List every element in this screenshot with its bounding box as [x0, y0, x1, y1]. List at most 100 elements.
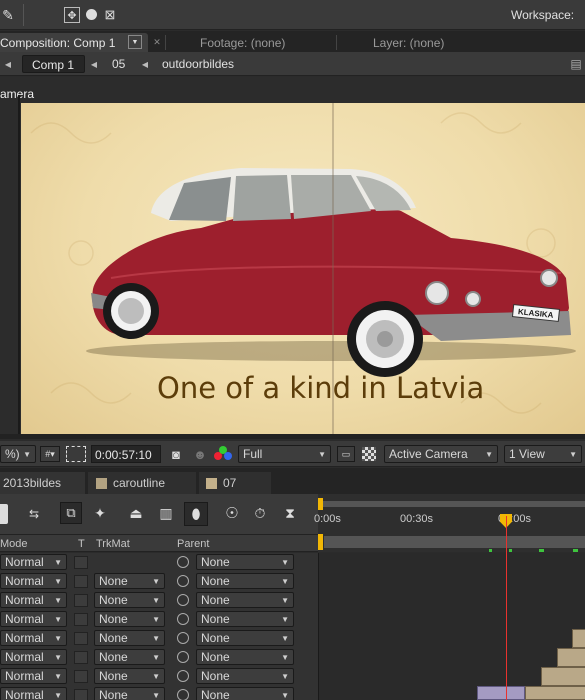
preserve-transparency-checkbox[interactable] — [74, 613, 88, 626]
tab-timeline-caroutline[interactable]: caroutline — [88, 472, 196, 494]
tab-timeline-2013bildes[interactable]: 2013bildes — [0, 472, 85, 494]
frame-blending-icon[interactable]: ⏏ — [125, 503, 147, 523]
pick-whip-icon[interactable] — [177, 594, 189, 606]
column-t[interactable]: T — [78, 538, 85, 550]
tab-composition[interactable]: Composition: Comp 1 ▼ — [0, 33, 148, 52]
column-parent[interactable]: Parent — [177, 538, 209, 550]
layer-duration-bar[interactable] — [557, 648, 585, 667]
keyframe-marker[interactable] — [509, 549, 512, 552]
preserve-transparency-checkbox[interactable] — [74, 651, 88, 664]
breadcrumb-item-05[interactable]: 05 — [112, 57, 125, 71]
auto-keyframe-icon[interactable]: ☉ — [221, 503, 243, 523]
mode-dropdown[interactable]: Normal ▼ — [0, 573, 67, 589]
pick-whip-icon[interactable] — [177, 556, 189, 568]
shape-tool-icon[interactable] — [86, 9, 97, 20]
hide-shy-layers-icon[interactable]: ✦ — [89, 503, 111, 523]
panel-menu-icon[interactable]: ▤ — [570, 56, 582, 72]
brainstorm-icon[interactable]: ⬮ — [184, 502, 208, 526]
preserve-transparency-checkbox[interactable] — [74, 689, 88, 700]
breadcrumb-item-comp[interactable]: Comp 1 — [22, 55, 85, 73]
mode-dropdown[interactable]: Normal ▼ — [0, 554, 67, 570]
trkmat-dropdown[interactable]: None ▼ — [94, 630, 165, 646]
stopwatch-icon[interactable]: ⏱ — [250, 503, 270, 523]
layer-row[interactable]: Normal ▼ None ▼ — [0, 553, 318, 572]
column-trkmat[interactable]: TrkMat — [96, 538, 130, 550]
pen-tool-icon[interactable]: ✎ — [0, 7, 16, 23]
close-icon[interactable]: ✕ — [151, 35, 163, 49]
layer-duration-bar[interactable] — [572, 629, 585, 648]
time-ruler[interactable]: 0:00s 00:30s 01:00s — [314, 494, 585, 534]
parent-dropdown[interactable]: None ▼ — [196, 573, 294, 589]
trkmat-dropdown[interactable]: None ▼ — [94, 668, 165, 684]
pick-whip-icon[interactable] — [177, 632, 189, 644]
layer-duration-bar[interactable] — [525, 686, 585, 700]
graph-editor-icon[interactable]: ⧗ — [278, 503, 302, 523]
trkmat-dropdown[interactable]: None ▼ — [94, 592, 165, 608]
layer-row[interactable]: Normal ▼ None ▼ None ▼ — [0, 686, 318, 700]
color-channels-icon[interactable] — [214, 446, 232, 462]
breadcrumb-item-outdoorbildes[interactable]: outdoorbildes — [162, 57, 234, 71]
search-field-edge[interactable] — [0, 504, 8, 524]
work-area-start-handle[interactable] — [318, 498, 323, 510]
parent-dropdown[interactable]: None ▼ — [196, 592, 294, 608]
fast-preview-icon[interactable]: ▭ — [337, 446, 355, 462]
person-icon[interactable]: ☻ — [193, 446, 207, 462]
layer-row[interactable]: Normal ▼ None ▼ None ▼ — [0, 629, 318, 648]
parent-dropdown[interactable]: None ▼ — [196, 668, 294, 684]
pin-tool-icon[interactable]: ⊠ — [102, 7, 118, 23]
keyframe-marker[interactable] — [539, 549, 544, 552]
preserve-transparency-checkbox[interactable] — [74, 556, 88, 569]
layer-row[interactable]: Normal ▼ None ▼ None ▼ — [0, 572, 318, 591]
anchor-tool-icon[interactable]: ✥ — [64, 7, 80, 23]
mode-dropdown[interactable]: Normal ▼ — [0, 630, 67, 646]
tab-menu-icon[interactable]: ▼ — [128, 35, 142, 49]
views-dropdown[interactable]: 1 View ▼ — [504, 445, 582, 463]
region-of-interest-icon[interactable] — [66, 446, 86, 462]
draft-3d-icon[interactable]: ⧉ — [60, 502, 82, 524]
preserve-transparency-checkbox[interactable] — [74, 632, 88, 645]
marker-handle[interactable] — [318, 534, 323, 550]
trkmat-dropdown[interactable]: None ▼ — [94, 687, 165, 700]
layer-row[interactable]: Normal ▼ None ▼ None ▼ — [0, 591, 318, 610]
keyframe-marker[interactable] — [573, 549, 578, 552]
parent-dropdown[interactable]: None ▼ — [196, 649, 294, 665]
preserve-transparency-checkbox[interactable] — [74, 575, 88, 588]
mode-dropdown[interactable]: Normal ▼ — [0, 687, 67, 700]
resolution-dropdown[interactable]: Full ▼ — [238, 445, 331, 463]
work-area-bar[interactable] — [322, 501, 585, 507]
grid-options-icon[interactable]: #▾ — [40, 446, 60, 462]
mode-dropdown[interactable]: Normal ▼ — [0, 611, 67, 627]
track-area[interactable] — [318, 549, 585, 700]
pick-whip-icon[interactable] — [177, 689, 189, 700]
navigator-bar[interactable] — [324, 536, 585, 548]
camera-snapshot-icon[interactable]: ◙ — [167, 446, 185, 462]
parent-dropdown[interactable]: None ▼ — [196, 687, 294, 700]
layer-duration-bar[interactable] — [477, 686, 525, 700]
comp-mini-flowchart-icon[interactable]: ⇆ — [21, 505, 47, 523]
tab-footage[interactable]: Footage: (none) — [200, 36, 285, 50]
playhead-line[interactable] — [506, 516, 507, 700]
layer-duration-bar[interactable] — [541, 667, 585, 686]
preserve-transparency-checkbox[interactable] — [74, 594, 88, 607]
composition-viewer[interactable]: amera KLASIKA One of a kind in Latvia — [0, 77, 585, 439]
pick-whip-icon[interactable] — [177, 575, 189, 587]
layer-row[interactable]: Normal ▼ None ▼ None ▼ — [0, 667, 318, 686]
column-mode[interactable]: Mode — [0, 538, 28, 550]
tab-layer[interactable]: Layer: (none) — [373, 36, 444, 50]
motion-blur-icon[interactable]: ▥ — [155, 503, 177, 523]
keyframe-marker[interactable] — [489, 549, 492, 552]
pick-whip-icon[interactable] — [177, 651, 189, 663]
parent-dropdown[interactable]: None ▼ — [196, 630, 294, 646]
mode-dropdown[interactable]: Normal ▼ — [0, 668, 67, 684]
mode-dropdown[interactable]: Normal ▼ — [0, 649, 67, 665]
transparency-grid-icon[interactable] — [362, 447, 376, 461]
parent-dropdown[interactable]: None ▼ — [196, 611, 294, 627]
preserve-transparency-checkbox[interactable] — [74, 670, 88, 683]
parent-dropdown[interactable]: None ▼ — [196, 554, 294, 570]
trkmat-dropdown[interactable]: None ▼ — [94, 611, 165, 627]
trkmat-dropdown[interactable]: None ▼ — [94, 649, 165, 665]
trkmat-dropdown[interactable]: None ▼ — [94, 573, 165, 589]
zoom-dropdown[interactable]: %) ▼ — [0, 445, 36, 463]
timecode-display[interactable]: 0:00:57:10 — [91, 445, 161, 463]
pick-whip-icon[interactable] — [177, 613, 189, 625]
